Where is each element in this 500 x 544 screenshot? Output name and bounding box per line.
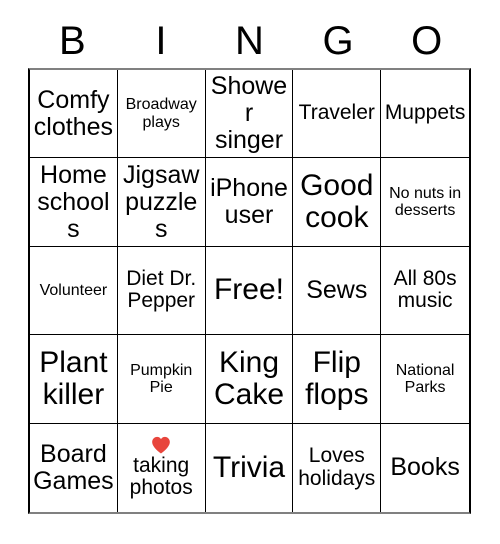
header-letter-b: B: [58, 19, 86, 63]
bingo-cell-label: Comfy clothes: [33, 85, 113, 141]
bingo-cell-label: All 80s music: [393, 266, 457, 313]
bingo-cell-label: Jigsaw puzzles: [122, 160, 200, 243]
bingo-cell-label: Books: [390, 453, 460, 482]
bingo-cell[interactable]: iPhone user: [205, 158, 294, 247]
header-letter-o: O: [411, 19, 443, 63]
bingo-cell-label: Broadway plays: [125, 96, 197, 131]
bingo-cell[interactable]: Home schools: [30, 158, 118, 247]
bingo-cell-label: Good cook: [300, 168, 374, 235]
bingo-cell[interactable]: Books: [381, 423, 469, 512]
bingo-cell-free[interactable]: Free!: [205, 246, 294, 336]
bingo-cell[interactable]: Pumpkin Pie: [117, 335, 206, 424]
bingo-cell-label: Diet Dr. Pepper: [126, 266, 197, 313]
bingo-cell[interactable]: National Parks: [381, 335, 469, 424]
bingo-cell[interactable]: Trivia: [205, 423, 294, 512]
bingo-cell[interactable]: No nuts in desserts: [381, 158, 469, 247]
bingo-cell[interactable]: Sews: [293, 246, 382, 336]
bingo-cell[interactable]: taking photos: [117, 423, 206, 512]
heart-icon: [152, 436, 171, 454]
bingo-cell-label: Shower singer: [210, 72, 288, 155]
bingo-cell-label: Pumpkin Pie: [130, 361, 193, 396]
bingo-cell-label: Trivia: [212, 450, 286, 484]
bingo-cell-label: King Cake: [213, 345, 285, 411]
bingo-cell-label: Traveler: [298, 101, 375, 125]
bingo-cell[interactable]: Plant killer: [30, 335, 118, 424]
bingo-cell[interactable]: Comfy clothes: [30, 70, 118, 159]
header-letter-g: G: [322, 19, 354, 63]
bingo-cell-label: Sews: [306, 275, 368, 304]
bingo-cell[interactable]: Jigsaw puzzles: [117, 158, 206, 247]
bingo-cell[interactable]: Volunteer: [30, 246, 118, 336]
header-letter-n: N: [235, 19, 264, 63]
bingo-cell[interactable]: Broadway plays: [117, 70, 206, 159]
bingo-cell-label: Loves holidays: [298, 444, 376, 490]
bingo-cell-label: Plant killer: [39, 345, 108, 411]
bingo-cell[interactable]: Traveler: [293, 70, 382, 159]
bingo-cell-label: taking photos: [129, 453, 193, 500]
bingo-cell[interactable]: King Cake: [205, 335, 294, 424]
bingo-cell-label: Board Games: [33, 439, 114, 495]
bingo-cell[interactable]: Loves holidays: [293, 423, 382, 512]
bingo-cell-label: Flip flops: [305, 345, 369, 411]
bingo-cell-label: Free!: [213, 273, 284, 307]
bingo-cell[interactable]: All 80s music: [381, 246, 469, 336]
bingo-cell[interactable]: Good cook: [293, 158, 382, 247]
bingo-cell-label: Home schools: [37, 160, 110, 243]
bingo-card: B I N G O Comfy clothes Broadway plays Sho…: [0, 0, 500, 544]
bingo-cell-label: iPhone user: [210, 174, 288, 230]
bingo-header-letters: B I N G O: [28, 16, 471, 66]
bingo-cell[interactable]: Shower singer: [205, 70, 294, 159]
bingo-cell-label: National Parks: [395, 361, 455, 396]
bingo-cell[interactable]: Muppets: [381, 70, 469, 159]
bingo-cell-label: Muppets: [384, 101, 466, 125]
bingo-grid: Comfy clothes Broadway plays Shower singer…: [28, 68, 471, 514]
header-letter-i: I: [155, 19, 167, 63]
bingo-cell[interactable]: Diet Dr. Pepper: [117, 246, 206, 336]
bingo-cell-label: No nuts in desserts: [389, 184, 462, 220]
bingo-cell-label: Volunteer: [39, 281, 108, 299]
bingo-cell[interactable]: Flip flops: [293, 335, 382, 424]
bingo-cell[interactable]: Board Games: [30, 423, 118, 512]
